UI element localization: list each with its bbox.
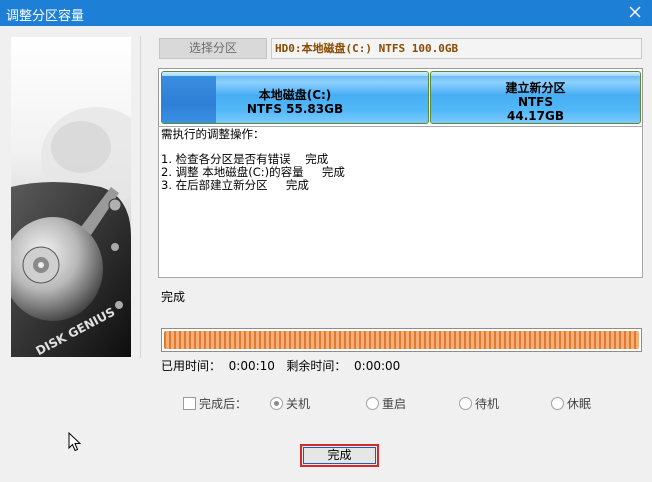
- mouse-cursor-icon: [68, 432, 82, 452]
- remaining-label: 剩余时间：: [286, 359, 347, 373]
- partition-c[interactable]: 本地磁盘(C:) NTFS 55.83GB: [161, 71, 429, 124]
- after-complete-label: 完成后：: [199, 397, 248, 411]
- separator: [140, 36, 141, 358]
- window-title: 调整分区容量: [6, 9, 85, 24]
- hard-disk-illustration: DISK GENIUS: [11, 37, 131, 357]
- radio-hibernate[interactable]: 休眠: [551, 395, 591, 412]
- radio-shutdown[interactable]: 关机: [270, 395, 310, 412]
- partition-new-size: 44.17GB: [507, 109, 564, 123]
- operations-list: 需执行的调整操作： 1. 检查各分区是否有错误 完成 2. 调整 本地磁盘(C:…: [158, 126, 643, 278]
- done-button[interactable]: 完成: [300, 444, 379, 467]
- disk-info-label: HD0:本地磁盘(C:) NTFS 100.0GB: [271, 38, 642, 59]
- radio-label: 休眠: [567, 397, 592, 411]
- status-text: 完成: [161, 290, 186, 304]
- title-bar: 调整分区容量: [0, 0, 652, 26]
- elapsed-value: 0:00:10: [228, 359, 275, 373]
- operations-heading: 需执行的调整操作：: [161, 127, 265, 141]
- radio-label: 待机: [475, 397, 500, 411]
- partition-new-name: 建立新分区: [505, 81, 566, 95]
- done-button-label: 完成: [303, 447, 376, 464]
- progress-fill: [164, 331, 639, 349]
- disk-partition-bar: 本地磁盘(C:) NTFS 55.83GB 建立新分区 NTFS 44.17GB: [158, 68, 643, 127]
- radio-label: 重启: [382, 397, 407, 411]
- after-complete-checkbox[interactable]: 完成后：: [183, 395, 247, 412]
- progress-bar: [161, 328, 642, 352]
- radio-button[interactable]: [366, 397, 379, 410]
- partition-new[interactable]: 建立新分区 NTFS 44.17GB: [430, 71, 641, 124]
- partition-c-detail: NTFS 55.83GB: [246, 102, 344, 116]
- operation-step: 3. 在后部建立新分区 完成: [161, 178, 309, 192]
- checkbox-box[interactable]: [183, 397, 196, 410]
- radio-restart[interactable]: 重启: [366, 395, 406, 412]
- partition-new-fs: NTFS: [517, 95, 554, 109]
- radio-button[interactable]: [459, 397, 472, 410]
- elapsed-label: 已用时间：: [161, 359, 222, 373]
- radio-standby[interactable]: 待机: [459, 395, 499, 412]
- radio-button[interactable]: [270, 397, 283, 410]
- close-icon[interactable]: [626, 3, 644, 21]
- select-partition-button[interactable]: 选择分区: [159, 38, 267, 59]
- partition-c-name: 本地磁盘(C:): [258, 88, 332, 102]
- time-info: 已用时间： 0:00:10 剩余时间： 0:00:00: [161, 357, 400, 374]
- remaining-value: 0:00:00: [354, 359, 401, 373]
- radio-label: 关机: [286, 397, 311, 411]
- radio-button[interactable]: [551, 397, 564, 410]
